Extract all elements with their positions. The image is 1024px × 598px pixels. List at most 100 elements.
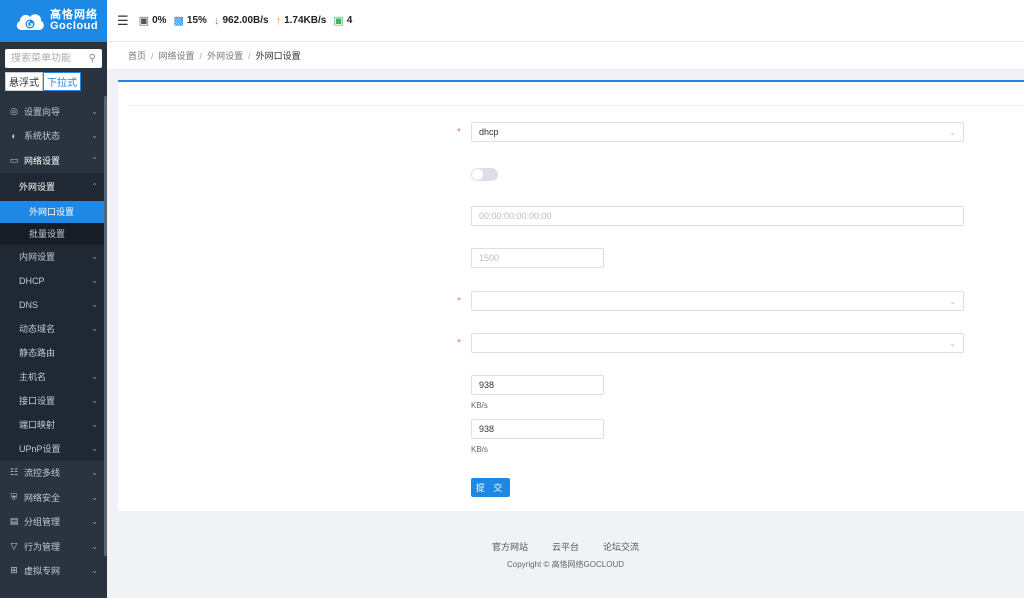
submenu-item-port-mapping[interactable]: 端口映射 ⌄ (0, 413, 107, 437)
toggle-knob (472, 169, 483, 180)
submenu-item-label: 内网设置 (19, 252, 56, 262)
submenu-item-label: DNS (19, 299, 39, 310)
network-icon: ⊞ (10, 565, 18, 576)
footer-link-forum[interactable]: 论坛交流 (603, 540, 639, 553)
upload-bandwidth-value: 938 (479, 380, 495, 390)
cpu-icon: ▣ (138, 15, 150, 27)
chevron-down-icon: ⌄ (91, 252, 98, 261)
submit-button[interactable]: 提 交 (471, 478, 510, 497)
submenu-item-label: 动态域名 (19, 324, 56, 334)
breadcrumb-home[interactable]: 首页 (128, 49, 146, 62)
branch-icon: ☷ (9, 467, 19, 478)
connection-mode-value: dhcp (479, 127, 499, 137)
monitor-icon: ▣ (333, 15, 344, 27)
breadcrumb: 首页 / 网络设置 / 外网设置 / 外网口设置 (107, 42, 1024, 70)
submenu-item-upnp[interactable]: UPnP设置 ⌄ (0, 437, 107, 461)
panel-divider (128, 105, 1024, 106)
arrow-up-icon: ↑ (275, 14, 282, 27)
menu-item-label: 系统状态 (24, 131, 61, 142)
submenu-item-wan-port[interactable]: 外网口设置 (0, 200, 107, 223)
empty-select-1[interactable]: ⌄ (471, 291, 964, 311)
submenu-item-label: 端口映射 (19, 420, 56, 430)
footer: 官方网站 云平台 论坛交流 Copyright © 高恪网络GOCLOUD (107, 540, 1024, 570)
online-devices: ▣ 4 (333, 14, 352, 27)
shield-icon: ⛨ (10, 491, 18, 502)
chevron-up-icon: ⌃ (91, 182, 98, 191)
submenu-item-label: UPnP设置 (19, 444, 61, 454)
download-unit: KB/s (471, 445, 488, 454)
menu-item-label: 虚拟专网 (24, 566, 61, 577)
memory-usage: ▩ 15% (174, 14, 207, 27)
mode-dropdown-button[interactable]: 下拉式 (43, 72, 81, 91)
breadcrumb-separator: / (248, 50, 251, 61)
chevron-down-icon: ⌄ (91, 444, 98, 453)
devices-value: 4 (346, 15, 353, 26)
chevron-down-icon: ⌄ (91, 396, 98, 405)
menu-item-label: 网络设置 (24, 155, 61, 166)
connection-mode-select[interactable]: dhcp ⌄ (471, 122, 964, 142)
brand-name-en: Gocloud (50, 20, 99, 32)
submenu-item-ddns[interactable]: 动态域名 ⌄ (0, 317, 107, 341)
submenu-item-batch[interactable]: 批量设置 (0, 222, 107, 245)
sidebar-scrollbar[interactable] (104, 96, 107, 556)
chevron-down-icon: ⌄ (91, 300, 98, 309)
footer-link-official[interactable]: 官方网站 (492, 540, 528, 553)
menu-collapse-icon[interactable]: ☰ (117, 13, 129, 29)
chevron-down-icon: ⌄ (949, 127, 956, 137)
copyright-text: Copyright © 高恪网络GOCLOUD (506, 560, 625, 569)
chevron-down-icon: ⌄ (91, 131, 98, 141)
menu-item-label: 流控多线 (24, 468, 61, 479)
chevron-down-icon: ⌄ (91, 372, 98, 381)
download-bandwidth-input[interactable]: 938 (471, 419, 604, 439)
submenu-item-wan-settings[interactable]: 外网设置 ⌃ (0, 173, 107, 201)
menu-item-flow-control[interactable]: ☷ 流控多线 ⌄ (0, 461, 107, 486)
sidebar: 高恪网络 Gocloud ⚲ 悬浮式 下拉式 ◎ 设置向导 ⌄ ◐ 系统状态 ⌄… (0, 0, 107, 598)
monitor-icon: ▭ (9, 154, 19, 165)
menu-item-setup-wizard[interactable]: ◎ 设置向导 ⌄ (0, 99, 107, 124)
required-marker: * (457, 338, 461, 349)
menu-item-behavior-management[interactable]: ▽ 行为管理 ⌄ (0, 534, 107, 559)
chevron-down-icon: ⌄ (91, 566, 98, 576)
menu-item-label: 设置向导 (24, 106, 61, 117)
submenu-item-hostname[interactable]: 主机名 ⌄ (0, 365, 107, 389)
submenu-item-static-route[interactable]: 静态路由 (0, 341, 107, 365)
brand-logo[interactable]: 高恪网络 Gocloud (0, 0, 107, 42)
chevron-down-icon: ⌄ (91, 420, 98, 429)
wan-port-form-panel: * dhcp ⌄ 00:00:00:00:00:00 1500 * ⌄ * ⌄ … (118, 80, 1024, 511)
submenu-item-interface[interactable]: 接口设置 ⌄ (0, 389, 107, 413)
breadcrumb-wan-settings[interactable]: 外网设置 (207, 49, 243, 62)
network-settings-submenu: 外网设置 ⌃ 外网口设置 批量设置 内网设置 ⌄ DHCP ⌄ DNS ⌄ 动态域名 ⌄… (0, 172, 107, 461)
chevron-down-icon: ⌄ (91, 276, 98, 285)
mtu-input[interactable]: 1500 (471, 248, 604, 268)
mode-float-button[interactable]: 悬浮式 (5, 72, 43, 91)
chevron-down-icon: ⌄ (949, 338, 956, 348)
breadcrumb-network-settings[interactable]: 网络设置 (159, 49, 195, 62)
toggle-switch[interactable] (471, 168, 498, 181)
cpu-value: 0% (152, 15, 167, 26)
mac-address-input[interactable]: 00:00:00:00:00:00 (471, 206, 964, 226)
submenu-item-label: 接口设置 (19, 396, 56, 406)
mtu-placeholder: 1500 (479, 253, 500, 263)
chevron-down-icon: ⌄ (91, 468, 98, 478)
upload-bandwidth-input[interactable]: 938 (471, 375, 604, 395)
breadcrumb-current: 外网口设置 (255, 51, 301, 61)
submenu-item-dns[interactable]: DNS ⌄ (0, 293, 107, 317)
menu-item-system-status[interactable]: ◐ 系统状态 ⌄ (0, 124, 107, 149)
submenu-item-lan[interactable]: 内网设置 ⌄ (0, 245, 107, 269)
menu-item-network-security[interactable]: ⛨ 网络安全 ⌄ (0, 485, 107, 510)
empty-select-2[interactable]: ⌄ (471, 333, 964, 353)
menu-item-network-settings[interactable]: ▭ 网络设置 ⌃ (0, 148, 107, 173)
submenu-item-dhcp[interactable]: DHCP ⌄ (0, 269, 107, 293)
menu-item-vpn[interactable]: ⊞ 虚拟专网 ⌄ (0, 559, 107, 584)
mac-placeholder: 00:00:00:00:00:00 (479, 211, 552, 221)
submenu-item-label: 主机名 (19, 372, 47, 382)
footer-link-cloud[interactable]: 云平台 (552, 540, 579, 553)
menu-search: ⚲ (5, 49, 102, 68)
upload-speed: ↑ 1.74KB/s (276, 15, 327, 27)
search-icon[interactable]: ⚲ (89, 53, 96, 64)
breadcrumb-separator: / (151, 50, 154, 61)
menu-search-input[interactable] (11, 53, 81, 64)
footer-links: 官方网站 云平台 论坛交流 (107, 540, 1024, 553)
upload-unit: KB/s (471, 401, 488, 410)
menu-item-group-management[interactable]: ▤ 分组管理 ⌄ (0, 510, 107, 535)
